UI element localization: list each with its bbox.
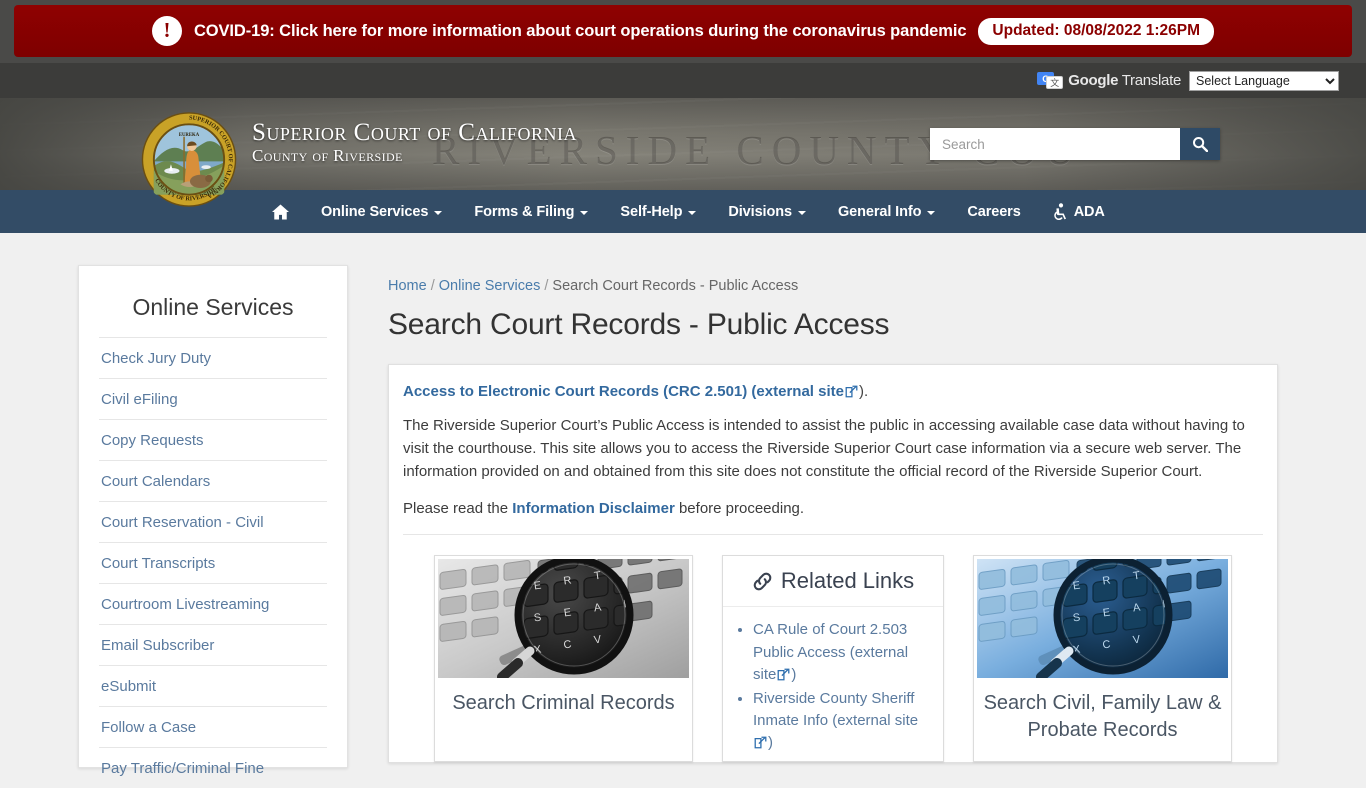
external-link-icon xyxy=(845,385,858,398)
related-links-title: Related Links xyxy=(780,568,915,594)
card-label-criminal: Search Criminal Records xyxy=(452,692,675,715)
card-label-civil: Search Civil, Family Law & Probate Recor… xyxy=(983,692,1222,742)
svg-text:C: C xyxy=(563,639,573,652)
nav-item-self-help[interactable]: Self-Help xyxy=(604,190,712,233)
sidebar-item-esubmit[interactable]: eSubmit xyxy=(99,665,327,706)
external-link-icon xyxy=(777,668,790,681)
chevron-down-icon xyxy=(688,210,697,215)
exclamation-circle-icon: ! xyxy=(151,16,182,46)
svg-text:EUREKA: EUREKA xyxy=(179,133,200,138)
disclaimer-suffix: before proceeding. xyxy=(674,500,805,518)
breadcrumb-current: Search Court Records - Public Access xyxy=(552,278,799,294)
section-divider xyxy=(403,534,1263,536)
nav-item-careers[interactable]: Careers xyxy=(951,190,1036,233)
chevron-down-icon xyxy=(434,210,443,215)
sidebar-item-court-reservation-civil[interactable]: Court Reservation - Civil xyxy=(99,501,327,542)
gt-light: Translate xyxy=(1118,72,1182,89)
card-search-criminal-records[interactable]: E R T Y S E A R X C V B xyxy=(434,555,693,762)
wheelchair-accessibility-icon xyxy=(1053,203,1066,220)
home-icon xyxy=(272,203,289,220)
page-title: Search Court Records - Public Access xyxy=(388,308,890,341)
nav-item-divisions[interactable]: Divisions xyxy=(712,190,822,233)
sidebar-item-courtroom-livestreaming[interactable]: Courtroom Livestreaming xyxy=(99,583,327,624)
brand-title-secondary: County of Riverside xyxy=(252,146,403,166)
covid-updated-badge: Updated: 08/08/2022 1:26PM xyxy=(978,17,1215,45)
link-chain-icon xyxy=(753,572,772,591)
google-translate-label: Google Translate xyxy=(1068,72,1181,89)
public-access-description: The Riverside Superior Court’s Public Ac… xyxy=(403,417,1245,481)
sidebar-item-civil-efiling[interactable]: Civil eFiling xyxy=(99,378,327,419)
breadcrumb-online-services[interactable]: Online Services xyxy=(439,278,541,294)
covid-banner-inner[interactable]: ! COVID-19: Click here for more informat… xyxy=(14,5,1352,57)
breadcrumb: Home / Online Services / Search Court Re… xyxy=(388,278,1278,294)
related-links-list: CA Rule of Court 2.503 Public Access (ex… xyxy=(723,619,943,754)
svg-text:R: R xyxy=(1102,575,1112,588)
breadcrumb-separator: / xyxy=(426,278,439,294)
covid-banner-message[interactable]: COVID-19: Click here for more informatio… xyxy=(194,22,967,41)
search-submit-button[interactable] xyxy=(1180,128,1220,160)
language-select[interactable]: Select Language xyxy=(1189,70,1339,91)
magnifying-glass-keyboard-blue-image: E R T Y S E A R X C V B xyxy=(977,559,1228,679)
card-search-civil-family-probate-records[interactable]: E R T Y S E A R X C V B xyxy=(973,555,1232,762)
google-translate-bar: G 文 Google Translate Select Language xyxy=(0,63,1366,98)
search-input[interactable] xyxy=(930,128,1180,160)
nav-item-general-info[interactable]: General Info xyxy=(822,190,951,233)
svg-text:C: C xyxy=(1102,639,1112,652)
nav-label: Careers xyxy=(967,203,1021,220)
disclaimer-prefix: Please read the xyxy=(403,500,513,518)
chevron-down-icon xyxy=(580,210,589,215)
nav-item-forms-filing[interactable]: Forms & Filing xyxy=(458,190,604,233)
external-link-icon xyxy=(754,736,767,749)
nav-label: Online Services xyxy=(321,203,429,220)
nav-item-ada[interactable]: ADA xyxy=(1037,190,1121,233)
site-brand[interactable]: Superior Court of California County of R… xyxy=(252,119,577,167)
sidebar-item-email-subscriber[interactable]: Email Subscriber xyxy=(99,624,327,665)
main-content: Home / Online Services / Search Court Re… xyxy=(388,278,1278,763)
sidebar-title: Online Services xyxy=(132,294,294,320)
list-item[interactable]: CA Rule of Court 2.503 Public Access (ex… xyxy=(753,619,929,686)
nav-label: Self-Help xyxy=(620,203,683,220)
lead-link-text: Access to Electronic Court Records (CRC … xyxy=(403,383,844,400)
lead-link-tail: ). xyxy=(858,383,869,400)
related-links-heading: Related Links xyxy=(723,568,943,608)
disclaimer-paragraph: Please read the Information Disclaimer b… xyxy=(403,497,1263,520)
google-translate-logo: G 文 Google Translate xyxy=(1037,72,1181,89)
sidebar-item-court-transcripts[interactable]: Court Transcripts xyxy=(99,542,327,583)
breadcrumb-separator: / xyxy=(540,278,553,294)
electronic-court-records-link[interactable]: Access to Electronic Court Records (CRC … xyxy=(403,383,1263,400)
sidebar-item-follow-a-case[interactable]: Follow a Case xyxy=(99,706,327,747)
content-panel: Access to Electronic Court Records (CRC … xyxy=(388,364,1278,763)
nav-label: ADA xyxy=(1073,203,1105,220)
chevron-down-icon xyxy=(797,210,806,215)
google-translate-icon: G 文 xyxy=(1037,72,1064,89)
sidebar-item-copy-requests[interactable]: Copy Requests xyxy=(99,419,327,460)
nav-item-online-services[interactable]: Online Services xyxy=(305,190,458,233)
magnifying-glass-keyboard-gray-image: E R T Y S E A R X C V B xyxy=(438,559,689,679)
related-link-tail: ) xyxy=(768,734,773,752)
related-link-tail: ) xyxy=(791,665,797,683)
gt-bold: Google xyxy=(1068,72,1119,89)
nav-label: General Info xyxy=(837,203,922,220)
nav-label: Divisions xyxy=(728,203,792,220)
card-related-links: Related Links CA Rule of Court 2.503 Pub… xyxy=(722,555,944,762)
related-link-ca-rule-2503[interactable]: CA Rule of Court 2.503 Public Access (ex… xyxy=(753,621,908,682)
online-services-sidebar: Online Services Check Jury Duty Civil eF… xyxy=(78,265,348,777)
nav-label: Forms & Filing xyxy=(474,203,575,220)
sidebar-item-check-jury-duty[interactable]: Check Jury Duty xyxy=(99,337,327,378)
search-icon xyxy=(1193,137,1208,152)
svg-text:R: R xyxy=(563,575,573,588)
sidebar-item-court-calendars[interactable]: Court Calendars xyxy=(99,460,327,501)
chevron-down-icon xyxy=(927,210,936,215)
cards-row: E R T Y S E A R X C V B xyxy=(403,555,1263,762)
related-link-sheriff-inmate-info[interactable]: Riverside County Sheriff Inmate Info (ex… xyxy=(753,690,918,729)
nav-item-home[interactable] xyxy=(256,190,305,233)
court-seal-logo[interactable]: SUPERIOR COURT OF CALIFORNIA COUNTY OF R… xyxy=(140,112,238,207)
brand-title-primary: Superior Court of California xyxy=(252,119,577,146)
list-item[interactable]: Riverside County Sheriff Inmate Info (ex… xyxy=(753,688,929,755)
site-search[interactable] xyxy=(930,128,1220,160)
information-disclaimer-link[interactable]: Information Disclaimer xyxy=(512,500,675,517)
breadcrumb-home[interactable]: Home xyxy=(388,278,427,294)
covid-alert-banner[interactable]: ! COVID-19: Click here for more informat… xyxy=(0,0,1366,63)
